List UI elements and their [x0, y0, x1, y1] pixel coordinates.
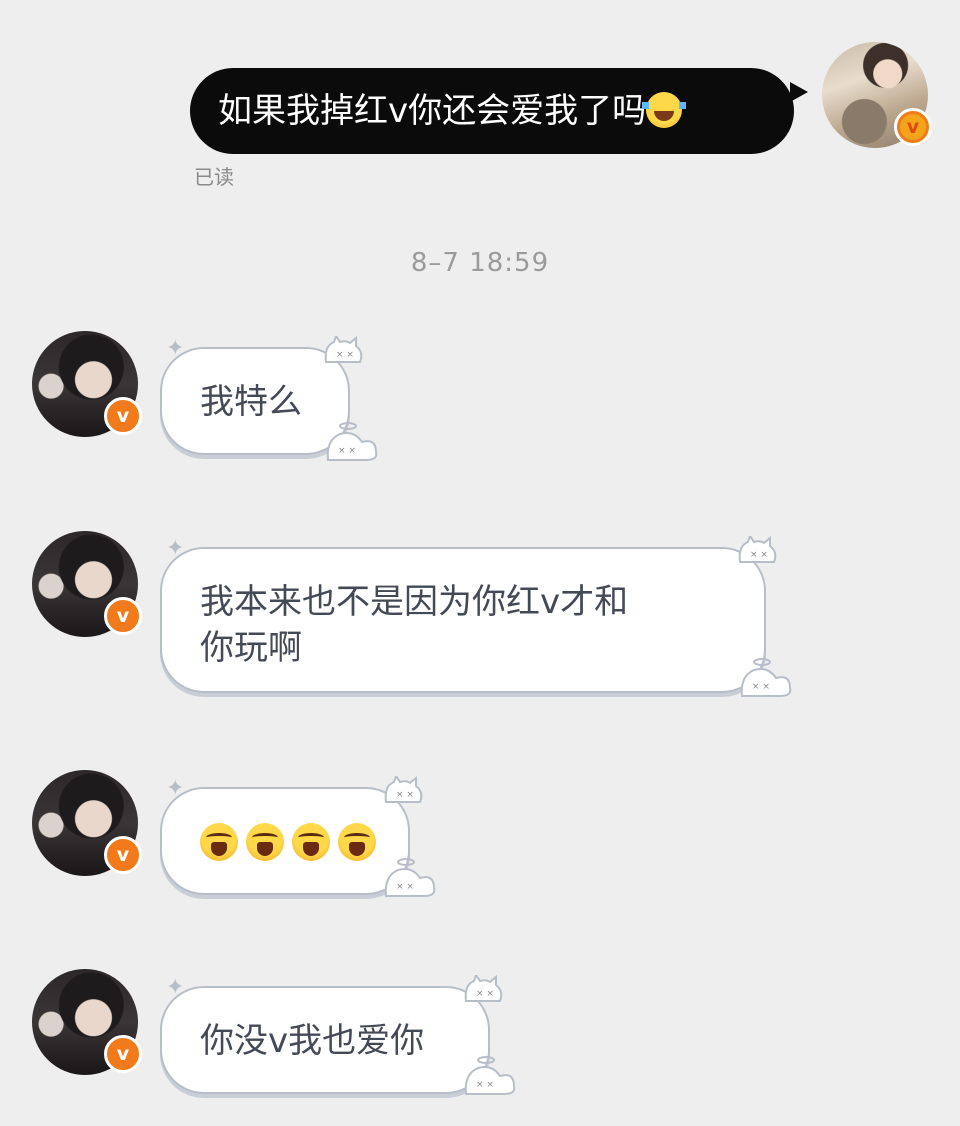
- verified-badge-icon: v: [104, 597, 142, 635]
- cat-mascot-icon: × ×: [736, 536, 780, 566]
- chat-screen: 如果我掉红v你还会爱我了吗 v 已读 8–7 18:59 v 我特么 ✦ × ×…: [0, 0, 960, 1126]
- cat-mascot-icon: × ×: [462, 975, 506, 1005]
- angry-shouting-emoji-icon: [200, 823, 238, 861]
- dizzy-mascot-icon: × ×: [464, 1054, 516, 1095]
- received-message-text: 你没v我也爱你: [200, 1021, 425, 1061]
- sparkle-icon: ✦: [166, 975, 185, 1000]
- dizzy-mascot-icon: × ×: [326, 420, 378, 461]
- contact-avatar[interactable]: v: [32, 331, 142, 437]
- received-message-bubble[interactable]: 你没v我也爱你: [160, 986, 490, 1094]
- svg-text:× ×: × ×: [750, 550, 768, 560]
- my-avatar[interactable]: v: [822, 42, 932, 148]
- received-message-text: 我特么: [200, 382, 302, 422]
- sparkle-icon: ✦: [166, 536, 185, 561]
- sent-message-bubble[interactable]: 如果我掉红v你还会爱我了吗: [190, 68, 808, 154]
- text-line: 我本来也不是因为你红v才和: [200, 582, 629, 622]
- angry-shouting-emoji-icon: [338, 823, 376, 861]
- sparkle-icon: ✦: [166, 776, 185, 801]
- emoji-row: [162, 789, 408, 861]
- verified-badge-icon: v: [104, 836, 142, 874]
- angry-shouting-emoji-icon: [292, 823, 330, 861]
- angry-shouting-emoji-icon: [246, 823, 284, 861]
- svg-text:× ×: × ×: [396, 882, 414, 892]
- svg-text:× ×: × ×: [476, 1080, 494, 1090]
- sparkle-icon: ✦: [166, 336, 185, 361]
- verified-badge-icon: v: [894, 108, 932, 146]
- svg-text:× ×: × ×: [396, 790, 414, 800]
- dizzy-mascot-icon: × ×: [740, 656, 792, 697]
- text-line: 你玩啊: [200, 628, 302, 668]
- chat-timestamp: 8–7 18:59: [410, 248, 550, 278]
- cat-mascot-icon: × ×: [382, 776, 426, 806]
- contact-avatar[interactable]: v: [32, 969, 142, 1075]
- laughing-crying-emoji-icon: [642, 92, 687, 128]
- received-message-text: 我本来也不是因为你红v才和 你玩啊: [162, 549, 764, 671]
- svg-text:× ×: × ×: [476, 989, 494, 999]
- svg-text:× ×: × ×: [336, 350, 354, 360]
- contact-avatar[interactable]: v: [32, 531, 142, 637]
- dizzy-mascot-icon: × ×: [384, 856, 436, 897]
- svg-text:× ×: × ×: [338, 446, 356, 456]
- received-emoji-bubble[interactable]: [160, 787, 410, 895]
- cat-mascot-icon: × ×: [322, 336, 366, 366]
- verified-badge-icon: v: [104, 397, 142, 435]
- read-status: 已读: [194, 165, 234, 189]
- contact-avatar[interactable]: v: [32, 770, 142, 876]
- sent-message-text: 如果我掉红v你还会爱我了吗: [218, 91, 687, 131]
- svg-text:× ×: × ×: [752, 682, 770, 692]
- verified-badge-icon: v: [104, 1035, 142, 1073]
- received-message-bubble[interactable]: 我本来也不是因为你红v才和 你玩啊: [160, 547, 766, 693]
